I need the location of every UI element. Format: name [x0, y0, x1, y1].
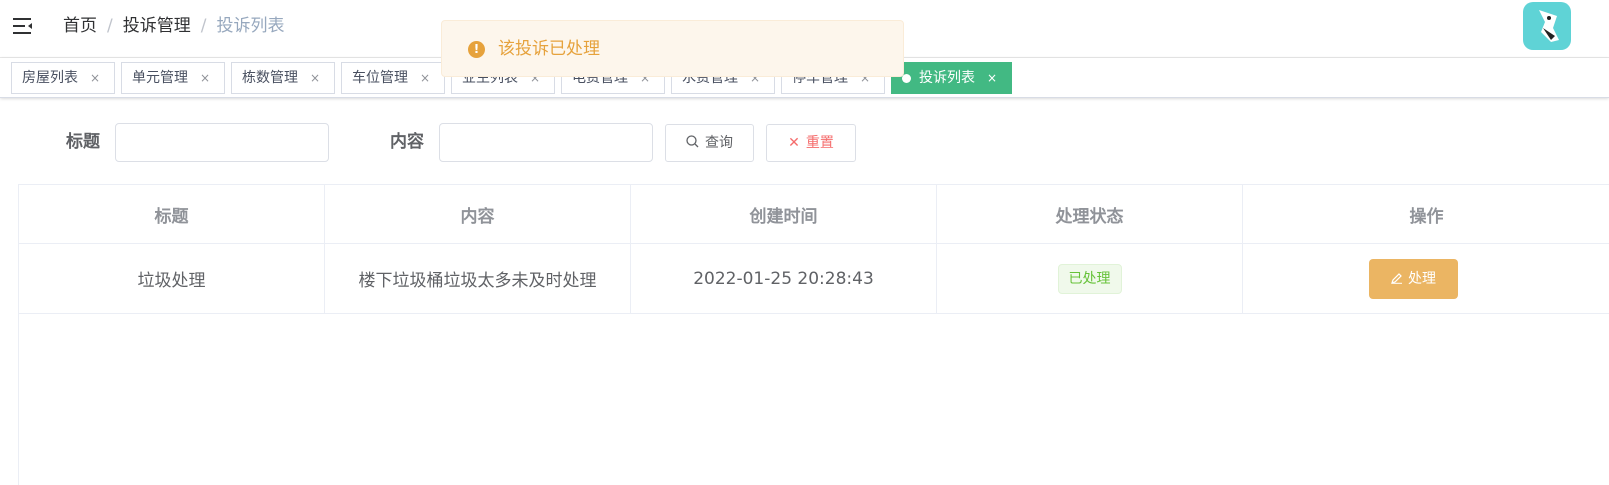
- warning-message: ! 该投诉已处理: [441, 20, 904, 77]
- header-content: 内容: [325, 185, 631, 243]
- search-button-label: 查询: [705, 135, 733, 151]
- tag-label: 栋数管理: [242, 70, 298, 86]
- reset-button[interactable]: ✕ 重置: [766, 124, 856, 162]
- close-icon: ✕: [788, 135, 800, 151]
- search-icon: [686, 125, 699, 161]
- handle-button[interactable]: 处理: [1369, 258, 1458, 300]
- cell-title: 垃圾处理: [19, 244, 325, 313]
- tag-building-management[interactable]: 栋数管理 ×: [231, 62, 335, 94]
- warning-circle-icon: !: [468, 41, 485, 58]
- header-action: 操作: [1409, 206, 1444, 227]
- cell-content: 楼下垃圾桶垃圾太多未及时处理: [325, 244, 631, 313]
- tag-label: 投诉列表: [919, 70, 975, 86]
- header-status: 处理状态: [937, 185, 1243, 243]
- table-row: 垃圾处理 楼下垃圾桶垃圾太多未及时处理 2022-01-25 20:28:43 …: [19, 244, 1609, 314]
- close-icon[interactable]: ×: [90, 63, 100, 93]
- cell-created-time: 2022-01-25 20:28:43: [631, 244, 937, 313]
- message-text: 该投诉已处理: [498, 39, 600, 59]
- header-title: 标题: [19, 185, 325, 243]
- breadcrumb-complaint-management[interactable]: 投诉管理: [123, 16, 191, 36]
- status-badge: 已处理: [1057, 263, 1122, 294]
- close-icon[interactable]: ×: [420, 63, 430, 93]
- reset-button-label: 重置: [805, 135, 834, 151]
- cell-action: 处理: [1243, 244, 1609, 313]
- search-button[interactable]: 查询: [665, 124, 754, 162]
- cell-status: 已处理: [937, 244, 1243, 313]
- tag-house-list[interactable]: 房屋列表 ×: [11, 62, 115, 94]
- handle-button-label: 处理: [1408, 270, 1436, 287]
- header-created-time: 创建时间: [631, 185, 937, 243]
- title-filter-input[interactable]: [115, 123, 329, 162]
- breadcrumb-separator: /: [200, 16, 207, 36]
- tag-complaint-list[interactable]: 投诉列表 ×: [891, 62, 1012, 94]
- close-icon[interactable]: ×: [310, 63, 320, 93]
- avatar[interactable]: [1523, 2, 1571, 50]
- active-dot-icon: [902, 74, 911, 83]
- tag-parking-space-management[interactable]: 车位管理 ×: [341, 62, 445, 94]
- close-icon[interactable]: ×: [987, 63, 997, 93]
- tag-label: 单元管理: [132, 70, 188, 86]
- tag-unit-management[interactable]: 单元管理 ×: [121, 62, 225, 94]
- content-filter-input[interactable]: [439, 123, 653, 162]
- title-filter-label: 标题: [66, 132, 100, 152]
- breadcrumb-current: 投诉列表: [216, 16, 285, 36]
- tag-label: 房屋列表: [22, 70, 78, 86]
- hamburger-icon[interactable]: [12, 15, 34, 37]
- table-header: 标题 内容 创建时间 处理状态 操作: [19, 185, 1609, 244]
- edit-icon: [1391, 260, 1403, 300]
- close-icon[interactable]: ×: [200, 63, 210, 93]
- tag-label: 车位管理: [352, 70, 408, 86]
- complaint-table: 标题 内容 创建时间 处理状态 操作 垃圾处理 楼下垃圾桶垃圾太多未及时处理 2…: [18, 184, 1609, 485]
- content-filter-label: 内容: [390, 132, 424, 152]
- breadcrumb-home[interactable]: 首页: [63, 16, 97, 36]
- breadcrumb: 首页 / 投诉管理 / 投诉列表: [63, 15, 284, 37]
- breadcrumb-separator: /: [107, 16, 113, 36]
